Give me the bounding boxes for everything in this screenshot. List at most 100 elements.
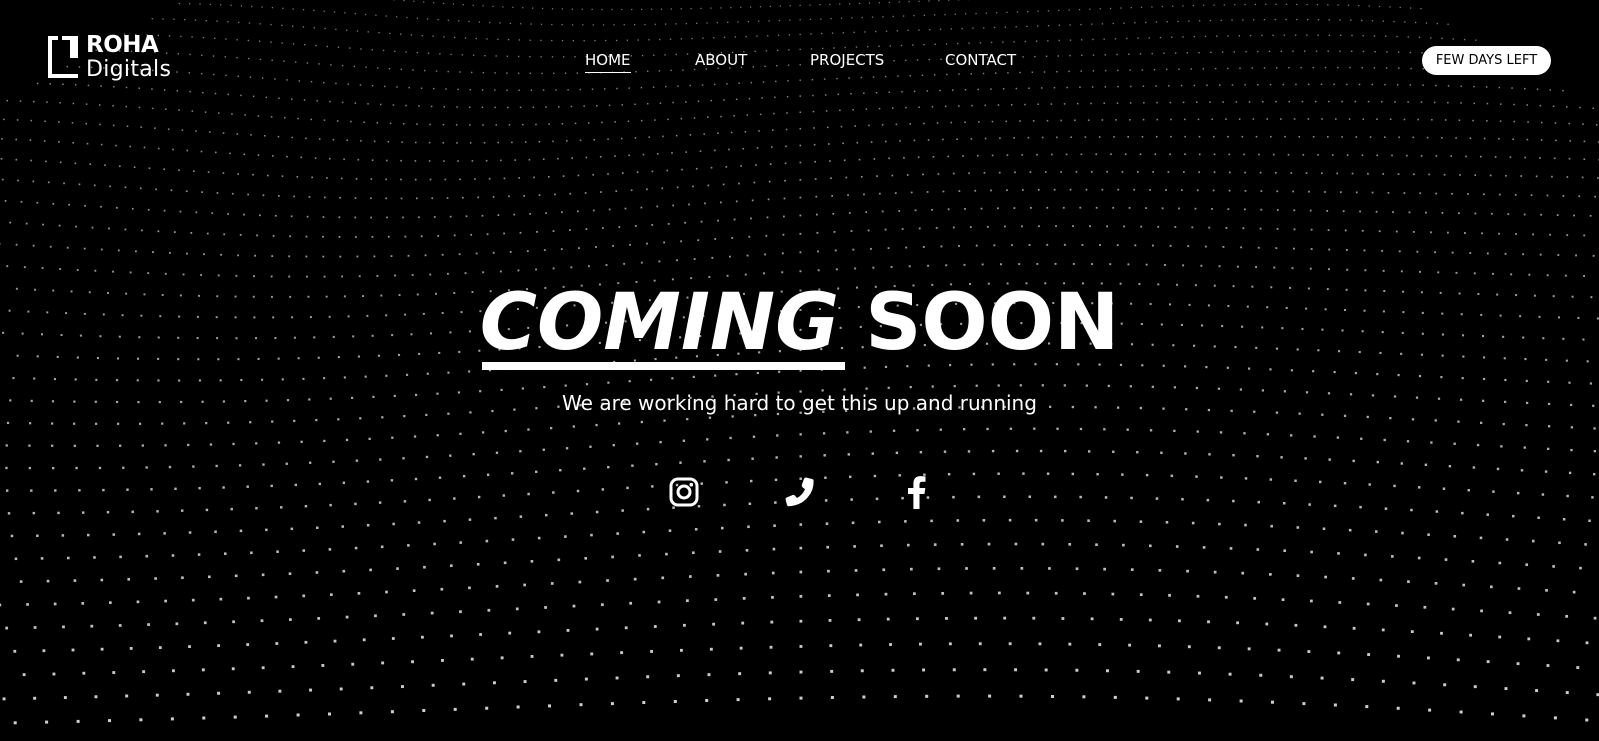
background-dot [1261,34,1263,37]
background-dot [916,59,919,61]
background-dot [1089,225,1092,228]
background-dot [267,174,269,177]
background-dot [771,596,774,599]
background-dot [1393,20,1395,23]
background-dot [502,494,506,497]
background-dot [363,121,365,124]
dotted-wave-background [0,0,1599,725]
background-dot [519,231,522,234]
background-dot [710,166,713,169]
background-dot [1117,188,1120,191]
background-dot [1148,618,1152,622]
instagram-icon[interactable] [666,474,702,510]
background-dot [323,81,325,84]
facebook-icon[interactable] [898,474,934,510]
background-dot [651,224,654,226]
background-dot [1453,535,1457,538]
background-dot [514,159,516,161]
few-days-left-button[interactable]: FEW DAYS LEFT [1422,46,1551,75]
background-dot [26,603,29,606]
background-dot [659,102,662,104]
background-dot [819,4,821,6]
background-dot [986,427,989,431]
background-dot [1545,589,1548,592]
background-dot [33,696,37,700]
background-dot [73,444,76,447]
background-dot [979,42,982,44]
background-dot [887,386,890,389]
background-dot [1033,427,1036,430]
background-dot [231,192,234,195]
background-dot [1174,226,1177,228]
background-dot [1068,543,1072,546]
background-dot [252,173,254,176]
background-dot [482,271,485,274]
background-dot [1193,36,1195,38]
background-dot [848,77,850,79]
background-dot [1410,630,1414,634]
brand-logo[interactable]: ROHA Digitals [48,32,188,86]
background-dot [1032,120,1035,122]
background-dot [751,457,754,460]
background-dot [519,106,522,109]
background-dot [351,662,355,666]
background-dot [644,23,646,26]
background-dot [1441,137,1443,139]
background-dot [482,124,484,126]
background-dot [878,2,880,4]
background-dot [689,84,691,87]
background-dot [58,141,60,143]
nav-item-home[interactable]: HOME [585,50,631,73]
background-dot [1129,69,1131,71]
background-dot [1324,575,1327,579]
background-dot [1447,231,1449,234]
background-dot [428,160,431,162]
background-dot [948,0,950,1]
background-dot [324,196,326,199]
background-dot [230,4,232,6]
background-dot [927,139,930,141]
background-dot [1227,35,1229,37]
background-dot [323,119,326,121]
nav-item-contact[interactable]: CONTACT [945,50,1016,72]
background-dot [1384,136,1386,138]
background-dot [1480,421,1483,424]
background-dot [855,46,858,48]
background-dot [767,198,770,201]
background-dot [1309,267,1312,270]
background-dot [1169,101,1172,104]
background-dot [910,567,913,571]
background-dot [332,138,335,141]
background-dot [745,549,749,552]
background-dot [931,106,934,108]
background-dot [1002,88,1005,90]
background-dot [164,272,167,275]
background-dot [786,96,789,98]
background-dot [10,534,14,538]
background-dot [543,249,546,252]
background-dot [497,214,500,217]
background-dot [1322,527,1326,531]
phone-icon[interactable] [782,474,818,510]
title-soon: SOON [865,278,1120,368]
background-dot [1137,37,1139,39]
background-dot [1340,34,1342,37]
nav-item-about[interactable]: ABOUT [695,50,747,72]
background-dot [1216,35,1218,37]
background-dot [371,159,374,161]
background-dot [129,145,131,148]
background-dot [494,89,496,91]
background-dot [918,0,920,2]
background-dot [540,23,543,25]
background-dot [442,142,445,144]
background-dot [672,101,674,104]
background-dot [703,460,706,463]
nav-item-projects[interactable]: PROJECTS [810,50,884,72]
background-dot [686,418,689,421]
background-dot [1481,232,1483,235]
background-dot [1280,118,1282,120]
background-dot [974,616,978,620]
background-dot [1433,101,1436,104]
background-dot [1197,118,1200,121]
background-dot [1381,679,1385,683]
